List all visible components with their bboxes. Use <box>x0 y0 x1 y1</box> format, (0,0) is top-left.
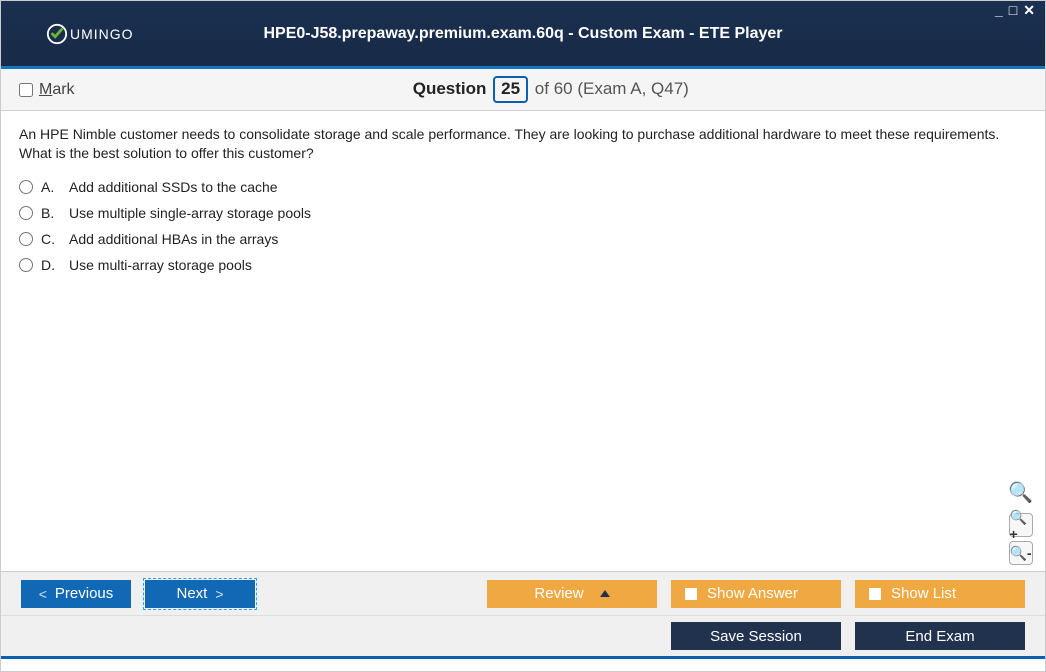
zoom-in-button[interactable]: 🔍+ <box>1009 513 1033 537</box>
mark-checkbox[interactable]: Mark <box>19 81 75 99</box>
option-c-radio[interactable] <box>19 232 33 246</box>
option-text: Add additional HBAs in the arrays <box>69 231 278 247</box>
question-text: An HPE Nimble customer needs to consolid… <box>19 125 1027 163</box>
window-controls: _ □ ✕ <box>995 3 1035 17</box>
previous-label: Previous <box>55 585 113 602</box>
window-title: HPE0-J58.prepaway.premium.exam.60q - Cus… <box>1 25 1045 43</box>
mark-label: Mark <box>39 81 75 99</box>
maximize-icon[interactable]: □ <box>1009 3 1017 17</box>
review-label: Review <box>534 585 583 602</box>
question-position: Question 25 of 60 (Exam A, Q47) <box>75 76 1027 102</box>
option-text: Use multi-array storage pools <box>69 257 252 273</box>
chevron-left-icon: < <box>39 586 47 602</box>
checkbox-icon <box>869 588 881 600</box>
option-c[interactable]: C. Add additional HBAs in the arrays <box>19 231 1027 247</box>
option-text: Add additional SSDs to the cache <box>69 179 278 195</box>
show-list-button[interactable]: Show List <box>855 580 1025 608</box>
question-content: An HPE Nimble customer needs to consolid… <box>1 111 1045 571</box>
save-session-button[interactable]: Save Session <box>671 622 841 650</box>
search-icon[interactable]: 🔍 <box>1008 480 1033 505</box>
minimize-icon[interactable]: _ <box>995 3 1003 17</box>
option-a-radio[interactable] <box>19 180 33 194</box>
end-exam-button[interactable]: End Exam <box>855 622 1025 650</box>
show-answer-label: Show Answer <box>707 585 798 602</box>
option-text: Use multiple single-array storage pools <box>69 205 311 221</box>
checkbox-icon <box>685 588 697 600</box>
option-letter: B. <box>41 205 61 221</box>
end-exam-label: End Exam <box>905 628 974 645</box>
show-list-label: Show List <box>891 585 956 602</box>
option-a[interactable]: A. Add additional SSDs to the cache <box>19 179 1027 195</box>
question-number: 25 <box>493 76 528 102</box>
close-icon[interactable]: ✕ <box>1023 3 1035 17</box>
mark-checkbox-input[interactable] <box>19 83 33 97</box>
previous-button[interactable]: < Previous <box>21 580 131 608</box>
question-total: of 60 (Exam A, Q47) <box>535 79 689 98</box>
option-b[interactable]: B. Use multiple single-array storage poo… <box>19 205 1027 221</box>
checkmark-circle-icon <box>46 23 68 45</box>
review-button[interactable]: Review <box>487 580 657 608</box>
question-label: Question <box>413 79 487 98</box>
next-button[interactable]: Next > <box>145 580 255 608</box>
zoom-out-button[interactable]: 🔍- <box>1009 541 1033 565</box>
option-letter: D. <box>41 257 61 273</box>
save-session-label: Save Session <box>710 628 802 645</box>
footer-actions: Save Session End Exam <box>1 615 1045 659</box>
option-letter: A. <box>41 179 61 195</box>
show-answer-button[interactable]: Show Answer <box>671 580 841 608</box>
options-list: A. Add additional SSDs to the cache B. U… <box>19 179 1027 273</box>
title-bar: UMINGO HPE0-J58.prepaway.premium.exam.60… <box>1 1 1045 69</box>
logo: UMINGO <box>46 23 134 45</box>
option-d-radio[interactable] <box>19 258 33 272</box>
zoom-controls: 🔍 🔍+ 🔍- <box>1008 480 1033 565</box>
footer-nav: < Previous Next > Review Show Answer Sho… <box>1 571 1045 615</box>
next-label: Next <box>176 585 207 602</box>
logo-text: UMINGO <box>70 26 134 42</box>
question-header: Mark Question 25 of 60 (Exam A, Q47) <box>1 69 1045 111</box>
triangle-up-icon <box>600 590 610 597</box>
option-d[interactable]: D. Use multi-array storage pools <box>19 257 1027 273</box>
chevron-right-icon: > <box>215 586 223 602</box>
option-letter: C. <box>41 231 61 247</box>
option-b-radio[interactable] <box>19 206 33 220</box>
